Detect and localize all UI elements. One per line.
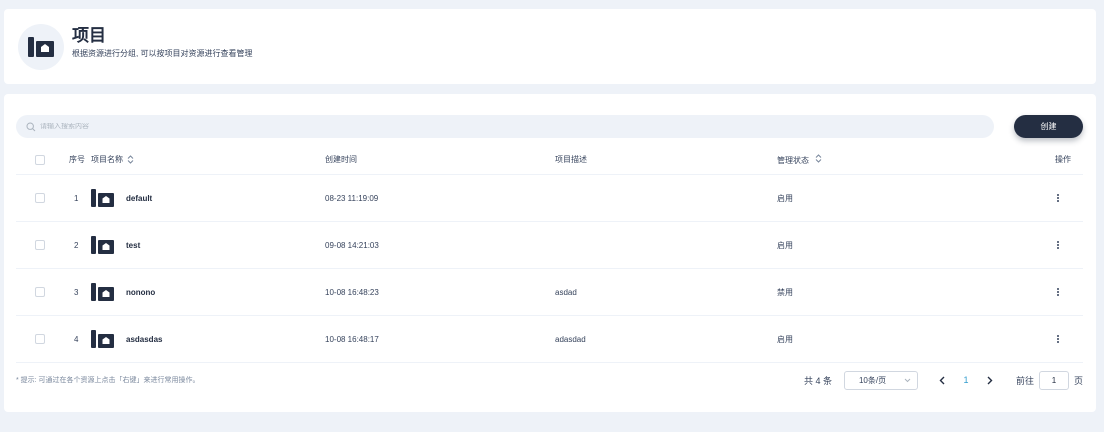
table-row[interactable]: 1 default 08-23 11:19:09 启用	[16, 175, 1083, 222]
project-icon	[91, 330, 114, 348]
chevron-left-icon	[939, 376, 945, 384]
project-icon	[91, 236, 114, 254]
status-text: 禁用	[777, 287, 793, 297]
column-description: 项目描述	[555, 155, 587, 164]
toolbar: 创建	[16, 115, 1083, 138]
row-index: 2	[74, 240, 79, 250]
chevron-down-icon	[904, 378, 911, 382]
page-size-select[interactable]: 10条/页	[843, 370, 918, 390]
created-time: 08-23 11:19:09	[325, 193, 379, 203]
table-row[interactable]: 2 test 09-08 14:21:03 启用	[16, 222, 1083, 269]
search-icon	[26, 121, 36, 131]
row-checkbox[interactable]	[35, 334, 45, 344]
prev-page-button[interactable]	[932, 370, 952, 390]
project-name-link[interactable]: asdasdas	[126, 335, 162, 344]
project-name-link[interactable]: nonono	[126, 288, 155, 297]
goto-page: 前往 页	[1015, 370, 1083, 390]
row-checkbox[interactable]	[35, 287, 45, 297]
search-bar[interactable]	[16, 115, 994, 138]
row-index: 4	[74, 334, 79, 344]
row-checkbox[interactable]	[35, 193, 45, 203]
projects-panel: 创建 序号 项目名称 创建时间 项目描述 管理状态 操作	[4, 94, 1096, 412]
page-description: 根据资源进行分组, 可以按项目对资源进行查看管理	[72, 49, 253, 58]
status-text: 启用	[777, 334, 793, 344]
page-number-current[interactable]: 1	[956, 370, 976, 390]
project-name-link[interactable]: default	[126, 194, 152, 203]
status-text: 启用	[777, 193, 793, 203]
column-status-label: 管理状态	[777, 155, 809, 165]
status-text: 启用	[777, 240, 793, 250]
table-header: 序号 项目名称 创建时间 项目描述 管理状态 操作	[16, 145, 1083, 175]
project-icon	[91, 283, 114, 301]
chevron-right-icon	[987, 376, 993, 384]
row-checkbox[interactable]	[35, 240, 45, 250]
create-button[interactable]: 创建	[1014, 115, 1083, 138]
page-size-value: 10条/页	[858, 375, 887, 385]
created-time: 10-08 16:48:23	[325, 287, 379, 297]
project-description: asdad	[555, 287, 577, 297]
goto-prefix: 前往	[1015, 375, 1034, 386]
more-actions-icon[interactable]	[1057, 194, 1059, 202]
more-actions-icon[interactable]	[1057, 288, 1059, 296]
more-actions-icon[interactable]	[1057, 241, 1059, 249]
pagination: 共 4 条 10条/页 1 前往 页	[804, 365, 1083, 395]
select-all-checkbox[interactable]	[35, 154, 45, 165]
table-row[interactable]: 3 nonono 10-08 16:48:23 asdad 禁用	[16, 269, 1083, 316]
more-actions-icon[interactable]	[1057, 335, 1059, 343]
sort-icon[interactable]	[127, 155, 134, 164]
project-description: adasdad	[555, 334, 586, 344]
column-status[interactable]: 管理状态	[777, 153, 1027, 166]
next-page-button[interactable]	[980, 370, 1000, 390]
column-name[interactable]: 项目名称	[91, 154, 325, 165]
row-index: 1	[74, 193, 79, 203]
goto-suffix: 页	[1073, 375, 1083, 386]
goto-page-input[interactable]	[1038, 370, 1069, 390]
page-header: 项目 根据资源进行分组, 可以按项目对资源进行查看管理	[4, 9, 1096, 84]
column-created: 创建时间	[325, 155, 357, 164]
sort-icon[interactable]	[815, 153, 822, 163]
column-index: 序号	[69, 155, 85, 164]
hint-text: * 提示: 可通过在各个资源上点击「右键」来进行常用操作。	[16, 377, 200, 384]
page-title: 项目	[72, 26, 106, 45]
total-count: 共 4 条	[803, 375, 832, 386]
project-name-link[interactable]: test	[126, 241, 140, 250]
created-time: 10-08 16:48:17	[325, 334, 379, 344]
project-icon	[18, 23, 64, 70]
column-name-label: 项目名称	[91, 155, 123, 164]
table-row[interactable]: 4 asdasdas 10-08 16:48:17 adasdad 启用	[16, 316, 1083, 363]
search-input[interactable]	[40, 123, 940, 130]
created-time: 09-08 14:21:03	[325, 240, 379, 250]
row-index: 3	[74, 287, 79, 297]
table-footer: * 提示: 可通过在各个资源上点击「右键」来进行常用操作。 共 4 条 10条/…	[16, 365, 1083, 395]
project-icon	[91, 189, 114, 207]
column-actions: 操作	[1055, 155, 1071, 164]
projects-table: 序号 项目名称 创建时间 项目描述 管理状态 操作 1 default 08-2…	[16, 145, 1083, 363]
